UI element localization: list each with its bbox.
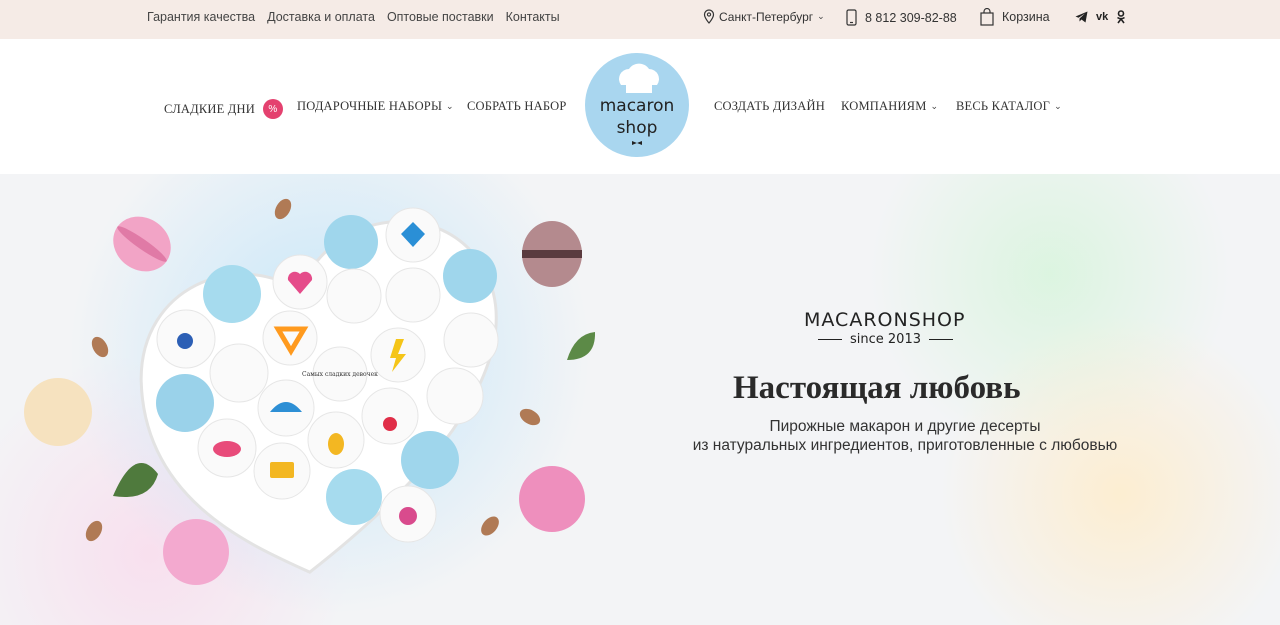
odnoklassniki-icon[interactable] [1116, 10, 1126, 24]
phone[interactable]: 8 812 309-82-88 [846, 9, 957, 26]
link-delivery[interactable]: Доставка и оплата [267, 10, 375, 24]
discount-badge: % [262, 99, 283, 119]
shopping-bag-icon [980, 8, 994, 26]
nav-label: СОБРАТЬ НАБОР [467, 99, 567, 113]
hero-subtitle: Пирожные макарон и другие десерты из нат… [690, 417, 1120, 455]
main-nav: СЛАДКИЕ ДНИ % ПОДАРОЧНЫЕ НАБОРЫ ⌄ СОБРАТ… [0, 39, 1280, 174]
macaron-heart-box-image: Самых сладких девочек [24, 198, 596, 585]
nav-sweet-days[interactable]: СЛАДКИЕ ДНИ % [164, 99, 283, 119]
divider-line [818, 338, 842, 341]
chevron-down-icon: ⌄ [930, 101, 939, 111]
logo-text-shop: shop [617, 118, 658, 138]
hero-headline: Настоящая любовь [733, 370, 1021, 406]
link-contacts[interactable]: Контакты [506, 10, 560, 24]
since-label: since 2013 [818, 332, 953, 347]
nav-label: ПОДАРОЧНЫЕ НАБОРЫ [297, 99, 443, 113]
cart-label: Корзина [1002, 10, 1050, 24]
topbar: Гарантия качества Доставка и оплата Опто… [0, 0, 1280, 39]
phone-number: 8 812 309-82-88 [865, 10, 957, 25]
hero-subtitle-line-2: из натуральных ингредиентов, приготовлен… [692, 437, 1118, 454]
nav-label: ВЕСЬ КАТАЛОГ [956, 99, 1051, 113]
nav-label: КОМПАНИЯМ [841, 99, 927, 113]
site-logo[interactable]: macaron shop [585, 53, 689, 157]
nav-create-design[interactable]: СОЗДАТЬ ДИЗАЙН [714, 99, 825, 114]
city-selector[interactable]: Санкт-Петербург ⌄ [703, 9, 825, 24]
social-links: vk [1075, 10, 1126, 24]
vk-icon[interactable]: vk [1096, 11, 1108, 23]
nav-build-set[interactable]: СОБРАТЬ НАБОР [467, 99, 567, 114]
telegram-icon[interactable] [1075, 11, 1088, 23]
cart-link[interactable]: Корзина [980, 8, 1050, 26]
box-text: Самых сладких девочек [302, 371, 378, 378]
nav-companies[interactable]: КОМПАНИЯМ ⌄ [841, 99, 938, 114]
phone-icon [846, 9, 857, 26]
nav-label: СОЗДАТЬ ДИЗАЙН [714, 99, 825, 113]
chevron-down-icon: ⌄ [446, 101, 454, 111]
link-wholesale[interactable]: Оптовые поставки [387, 10, 494, 24]
chef-hat-logo-icon: macaron shop [600, 63, 675, 145]
hero-banner: Самых сладких девочек MACARONSHOP since … [0, 174, 1280, 625]
link-quality[interactable]: Гарантия качества [147, 10, 255, 24]
hero-subtitle-line-1: Пирожные макарон и другие десерты [769, 418, 1041, 435]
nav-gift-sets[interactable]: ПОДАРОЧНЫЕ НАБОРЫ ⌄ [297, 99, 454, 114]
brand-name: MACARONSHOP [804, 309, 966, 331]
nav-catalog[interactable]: ВЕСЬ КАТАЛОГ ⌄ [956, 99, 1062, 114]
top-links: Гарантия качества Доставка и оплата Опто… [147, 10, 560, 24]
chevron-down-icon: ⌄ [817, 11, 825, 21]
chevron-down-icon: ⌄ [1054, 101, 1062, 111]
city-label: Санкт-Петербург [719, 9, 814, 24]
location-pin-icon [703, 9, 715, 24]
nav-label: СЛАДКИЕ ДНИ [164, 101, 255, 116]
since-text: since 2013 [850, 332, 921, 347]
logo-text-macaron: macaron [600, 96, 675, 116]
divider-line [929, 338, 953, 341]
